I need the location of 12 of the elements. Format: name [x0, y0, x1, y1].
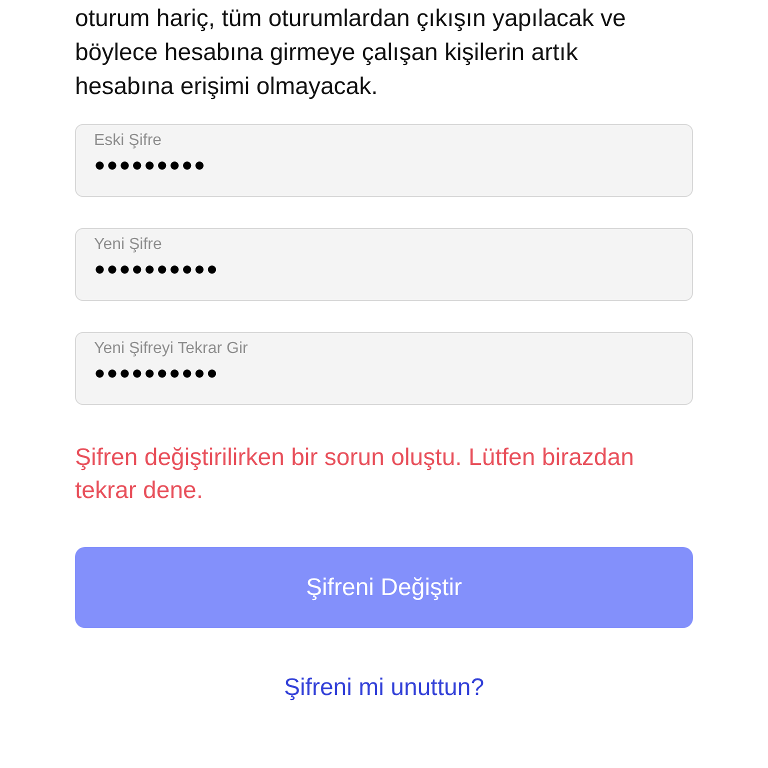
forgot-password-link[interactable]: Şifreni mi unuttun? — [284, 674, 484, 702]
password-dots: ●●●●●●●●● — [94, 154, 206, 178]
password-field[interactable]: Eski Şifre ●●●●●●●●● — [75, 124, 693, 197]
description-text: oturum hariç, tüm oturumlardan çıkışın yapılacak ve böylece hesabına girmeye çalışan kişilerin artık hesabına erişimi olmayacak. — [75, 4, 627, 102]
password-field[interactable]: Yeni Şifre ●●●●●●●●●● — [75, 228, 693, 301]
field-label: Yeni Şifreyi Tekrar Gir — [94, 339, 248, 359]
password-dots: ●●●●●●●●●● — [94, 258, 219, 282]
password-dots: ●●●●●●●●●● — [94, 362, 219, 386]
field-label: Eski Şifre — [94, 131, 162, 151]
password-field[interactable]: Yeni Şifreyi Tekrar Gir ●●●●●●●●●● — [75, 332, 693, 405]
error-message: Şifren değiştirilirken bir sorun oluştu. Lütfen birazdan tekrar dene. — [75, 443, 635, 506]
field-label: Yeni Şifre — [94, 235, 162, 255]
